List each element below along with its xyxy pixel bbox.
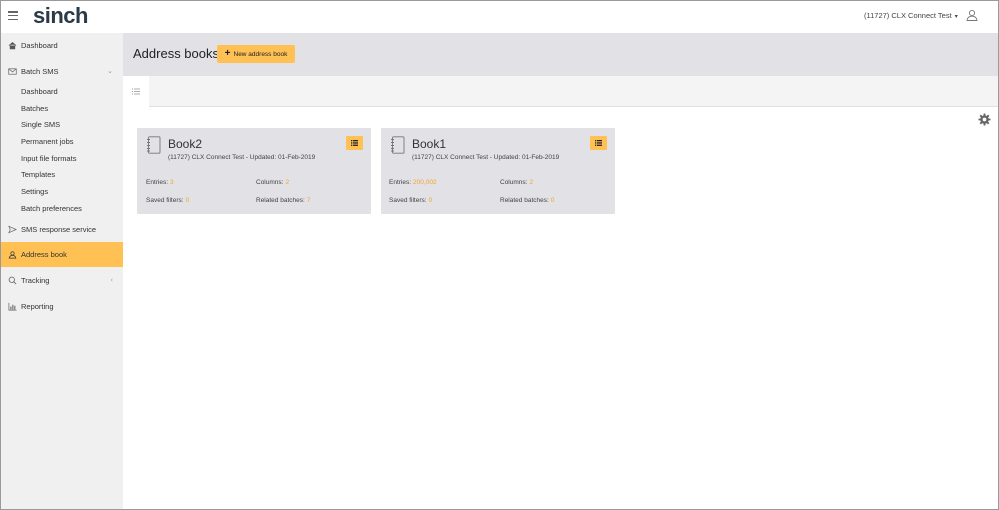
- gear-icon[interactable]: [978, 113, 991, 126]
- sidebar-subitem-templates[interactable]: Templates: [21, 170, 55, 179]
- sidebar: Dashboard Batch SMS ⌄ Dashboard Batches …: [1, 33, 123, 509]
- sidebar-item-batch-sms[interactable]: Batch SMS ⌄: [1, 60, 123, 82]
- sidebar-subitem-input-file-formats[interactable]: Input file formats: [21, 154, 76, 163]
- entries-value: 200,002: [413, 179, 437, 186]
- view-tab-bar: [123, 76, 998, 107]
- sidebar-subitem-permanent-jobs[interactable]: Permanent jobs: [21, 137, 74, 146]
- account-selector[interactable]: (11727) CLX Connect Test ▾: [864, 11, 958, 20]
- contact-book-icon: [8, 251, 17, 259]
- page-header: Address books + New address book: [123, 33, 998, 76]
- saved-filters-stat: Saved filters: 0: [146, 197, 189, 204]
- sinch-logo[interactable]: sinch: [33, 3, 88, 29]
- sidebar-item-label: Address book: [21, 250, 67, 259]
- list-icon: [132, 88, 140, 95]
- page-title: Address books: [133, 46, 219, 61]
- search-icon: [8, 276, 17, 284]
- send-icon: [8, 225, 17, 233]
- saved-filters-value: 0: [428, 197, 433, 204]
- card-menu-button[interactable]: [590, 136, 607, 150]
- saved-filters-stat: Saved filters: 0: [389, 197, 432, 204]
- plus-icon: +: [224, 48, 231, 59]
- columns-label: Columns:: [256, 179, 284, 186]
- related-batches-stat: Related batches: 0: [500, 197, 554, 204]
- related-batches-stat: Related batches: 7: [256, 197, 310, 204]
- columns-stat: Columns: 2: [256, 179, 289, 186]
- sidebar-item-dashboard[interactable]: Dashboard: [1, 34, 123, 56]
- saved-filters-value: 0: [185, 197, 190, 204]
- card-title[interactable]: Book2: [168, 137, 202, 151]
- sidebar-item-label: Batch SMS: [21, 66, 59, 76]
- chevron-down-icon: ⌄: [107, 68, 113, 75]
- entries-stat: Entries: 3: [146, 179, 174, 186]
- entries-label: Entries:: [146, 179, 169, 186]
- sidebar-item-sms-response-service[interactable]: SMS response service: [1, 218, 123, 240]
- new-address-book-label: New address book: [233, 50, 288, 58]
- home-icon: [8, 41, 17, 49]
- address-book-card[interactable]: Book2 (11727) CLX Connect Test - Updated…: [137, 128, 371, 214]
- list-icon: [351, 140, 358, 146]
- related-batches-label: Related batches:: [500, 197, 549, 204]
- card-title[interactable]: Book1: [412, 137, 446, 151]
- saved-filters-label: Saved filters:: [146, 197, 184, 204]
- sidebar-item-label: SMS response service: [21, 224, 97, 234]
- new-address-book-button[interactable]: + New address book: [217, 45, 295, 63]
- bar-chart-icon: [8, 302, 17, 310]
- card-subtitle: (11727) CLX Connect Test - Updated: 01-F…: [168, 154, 316, 161]
- hamburger-menu-icon[interactable]: [8, 11, 18, 20]
- address-book-card[interactable]: Book1 (11727) CLX Connect Test - Updated…: [381, 128, 615, 214]
- sidebar-item-label: Dashboard: [21, 40, 58, 50]
- sidebar-subitem-settings[interactable]: Settings: [21, 187, 48, 196]
- user-icon[interactable]: [966, 9, 978, 21]
- entries-value: 3: [170, 179, 174, 186]
- account-name: (11727) CLX Connect Test: [864, 11, 952, 20]
- top-bar: sinch (11727) CLX Connect Test ▾: [1, 1, 998, 33]
- sidebar-item-address-book[interactable]: Address book: [1, 242, 123, 267]
- list-icon: [595, 140, 602, 146]
- saved-filters-label: Saved filters:: [389, 197, 427, 204]
- sidebar-subitem-batches[interactable]: Batches: [21, 104, 48, 113]
- sidebar-item-reporting[interactable]: Reporting: [1, 295, 123, 317]
- columns-label: Columns:: [500, 179, 528, 186]
- columns-value: 2: [285, 179, 290, 186]
- columns-value: 2: [529, 179, 534, 186]
- notebook-icon: [391, 136, 405, 154]
- caret-down-icon: ▾: [954, 14, 958, 20]
- sidebar-subitem-dashboard[interactable]: Dashboard: [21, 87, 58, 96]
- card-subtitle: (11727) CLX Connect Test - Updated: 01-F…: [412, 154, 560, 161]
- sidebar-subitem-single-sms[interactable]: Single SMS: [21, 120, 60, 129]
- entries-stat: Entries: 200,002: [389, 179, 437, 186]
- chevron-left-icon: ‹: [110, 276, 113, 284]
- notebook-icon: [147, 136, 161, 154]
- entries-label: Entries:: [389, 179, 412, 186]
- columns-stat: Columns: 2: [500, 179, 533, 186]
- envelope-icon: [8, 67, 17, 75]
- sidebar-item-tracking[interactable]: Tracking ‹: [1, 269, 123, 291]
- sidebar-subitem-batch-preferences[interactable]: Batch preferences: [21, 204, 82, 213]
- sidebar-item-label: Reporting: [21, 301, 54, 311]
- related-batches-label: Related batches:: [256, 197, 305, 204]
- related-batches-value: 0: [550, 197, 555, 204]
- related-batches-value: 7: [306, 197, 311, 204]
- tab-list-view[interactable]: [123, 76, 149, 107]
- card-menu-button[interactable]: [346, 136, 363, 150]
- sidebar-item-label: Tracking: [21, 275, 50, 285]
